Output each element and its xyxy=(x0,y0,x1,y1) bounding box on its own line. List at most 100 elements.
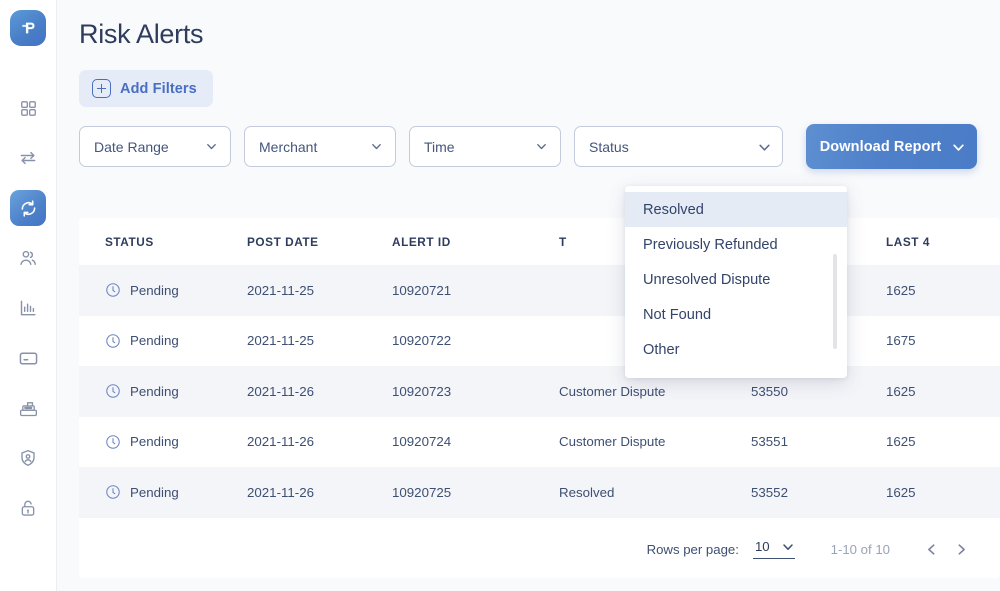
filter-date-range[interactable]: Date Range xyxy=(79,126,231,167)
cell-post-date: 2021-11-26 xyxy=(247,416,392,467)
column-header-alert-id[interactable]: ALERT ID xyxy=(392,218,559,265)
chevron-down-icon xyxy=(782,541,793,552)
cell-last-4: 1625 xyxy=(886,416,1000,467)
cell-alert-id: 10920723 xyxy=(392,366,559,417)
cell-alert-id: 10920724 xyxy=(392,416,559,467)
cell-last-4: 1625 xyxy=(886,467,1000,518)
cell-txn-id: 53552 xyxy=(751,467,886,518)
grid-icon xyxy=(20,100,36,116)
dropdown-option-not-found[interactable]: Not Found xyxy=(625,297,847,332)
cell-type: Customer Dispute xyxy=(559,416,751,467)
sidebar-item-reports[interactable] xyxy=(10,290,46,326)
status-text: Pending xyxy=(130,333,179,349)
sidebar-item-customers[interactable] xyxy=(10,240,46,276)
table-header-row: STATUS POST DATE ALERT ID T LAST 4 xyxy=(79,218,1000,265)
pagination-prev-button[interactable] xyxy=(916,534,946,564)
status-text: Pending xyxy=(130,484,179,500)
alerts-table: STATUS POST DATE ALERT ID T LAST 4 Pendi… xyxy=(79,218,1000,518)
sidebar-item-transfers[interactable] xyxy=(10,140,46,176)
lock-icon xyxy=(21,500,35,516)
chevron-down-icon xyxy=(536,141,547,152)
status-text: Pending xyxy=(130,434,179,450)
dropdown-option-unresolved-dispute[interactable]: Unresolved Dispute xyxy=(625,262,847,297)
pending-clock-icon xyxy=(105,434,121,450)
cell-post-date: 2021-11-26 xyxy=(247,467,392,518)
sidebar-item-risk-alerts[interactable] xyxy=(10,190,46,226)
download-report-label: Download Report xyxy=(819,138,942,155)
pending-clock-icon xyxy=(105,484,121,500)
users-icon xyxy=(20,250,36,265)
page-title: Risk Alerts xyxy=(79,19,204,49)
cell-post-date: 2021-11-25 xyxy=(247,315,392,366)
status-text: Pending xyxy=(130,282,179,298)
chevron-down-icon xyxy=(371,141,382,152)
sidebar-item-logout[interactable] xyxy=(10,584,46,591)
chevron-down-icon xyxy=(206,141,217,152)
paysafe-logo[interactable] xyxy=(10,10,46,46)
cell-type: Resolved xyxy=(559,467,751,518)
transfers-icon xyxy=(20,151,36,165)
filter-bar: Date Range Merchant Time Status Download… xyxy=(79,124,1000,169)
rows-per-page-label: Rows per page: xyxy=(646,541,739,557)
table-body: Pending 2021-11-25 10920721 1625 Pending… xyxy=(79,265,1000,518)
sidebar-nav xyxy=(10,90,46,591)
table-row[interactable]: Pending 2021-11-26 10920725 Resolved 535… xyxy=(79,467,1000,518)
main-content: Risk Alerts Add Filters Date Range Merch… xyxy=(57,0,1000,591)
sidebar-item-dashboard[interactable] xyxy=(10,90,46,126)
plus-square-icon xyxy=(92,79,111,98)
pending-clock-icon xyxy=(105,383,121,399)
pending-clock-icon xyxy=(105,282,121,298)
sidebar-item-security[interactable] xyxy=(10,490,46,526)
table-row[interactable]: Pending 2021-11-25 10920721 1625 xyxy=(79,265,1000,316)
filter-time-label: Time xyxy=(424,138,455,155)
cell-post-date: 2021-11-25 xyxy=(247,265,392,316)
filter-date-range-label: Date Range xyxy=(94,138,169,155)
add-filters-button[interactable]: Add Filters xyxy=(79,70,213,107)
status-text: Pending xyxy=(130,383,179,399)
rows-per-page-select[interactable]: 10 xyxy=(752,539,795,559)
sidebar-item-terminal[interactable] xyxy=(10,390,46,426)
column-header-last-4[interactable]: LAST 4 xyxy=(886,218,1000,265)
credit-card-icon xyxy=(19,352,37,364)
dropdown-option-previously-refunded[interactable]: Previously Refunded xyxy=(625,227,847,262)
cell-last-4: 1675 xyxy=(886,315,1000,366)
alerts-table-card: STATUS POST DATE ALERT ID T LAST 4 Pendi… xyxy=(79,218,1000,578)
pagination-next-button[interactable] xyxy=(946,534,976,564)
rows-per-page-value: 10 xyxy=(754,539,770,554)
filter-time[interactable]: Time xyxy=(409,126,561,167)
table-row[interactable]: Pending 2021-11-26 10920724 Customer Dis… xyxy=(79,416,1000,467)
cell-post-date: 2021-11-26 xyxy=(247,366,392,417)
cell-status: Pending xyxy=(79,265,247,316)
add-filters-label: Add Filters xyxy=(120,80,197,97)
pagination-range: 1-10 of 10 xyxy=(830,541,890,557)
sidebar-item-cards[interactable] xyxy=(10,340,46,376)
filter-merchant-label: Merchant xyxy=(259,138,318,155)
chevron-right-icon xyxy=(958,543,965,555)
chevron-left-icon xyxy=(927,543,934,555)
table-head: STATUS POST DATE ALERT ID T LAST 4 xyxy=(79,218,1000,265)
column-header-post-date[interactable]: POST DATE xyxy=(247,218,392,265)
bar-chart-icon xyxy=(20,300,36,316)
chevron-down-icon xyxy=(758,141,770,152)
cell-txn-id: 53551 xyxy=(751,416,886,467)
table-row[interactable]: Pending 2021-11-25 10920722 1675 xyxy=(79,315,1000,366)
logo-glyph-icon xyxy=(22,22,35,34)
cell-last-4: 1625 xyxy=(886,265,1000,316)
column-header-status[interactable]: STATUS xyxy=(79,218,247,265)
download-report-button[interactable]: Download Report xyxy=(806,124,977,169)
filter-status-label: Status xyxy=(589,138,629,155)
cell-alert-id: 10920725 xyxy=(392,467,559,518)
cell-alert-id: 10920722 xyxy=(392,315,559,366)
status-dropdown-menu[interactable]: Resolved Previously Refunded Unresolved … xyxy=(625,186,847,378)
shield-user-icon xyxy=(21,449,35,466)
filter-merchant[interactable]: Merchant xyxy=(244,126,396,167)
dropdown-option-other[interactable]: Other xyxy=(625,332,847,367)
cash-register-icon xyxy=(19,401,37,416)
dropdown-option-resolved[interactable]: Resolved xyxy=(625,192,847,227)
dropdown-scrollbar[interactable] xyxy=(833,254,837,349)
filter-status[interactable]: Status xyxy=(574,126,783,167)
sidebar-item-account[interactable] xyxy=(10,440,46,476)
app-root: Risk Alerts Add Filters Date Range Merch… xyxy=(0,0,1000,591)
sidebar xyxy=(0,0,57,591)
table-row[interactable]: Pending 2021-11-26 10920723 Customer Dis… xyxy=(79,366,1000,417)
